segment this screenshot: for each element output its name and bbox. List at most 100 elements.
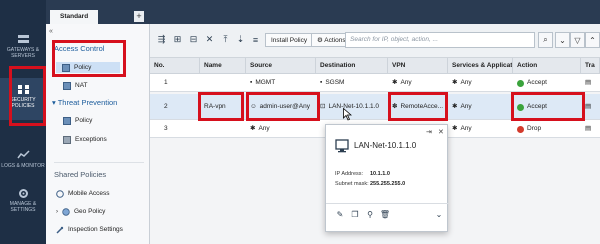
accept-icon bbox=[517, 79, 524, 87]
highlight-action bbox=[511, 92, 585, 121]
column-header-track[interactable]: Tra bbox=[581, 58, 600, 74]
cell-source[interactable]: ✱ Any bbox=[246, 120, 316, 138]
ip-address-label: IP Address: bbox=[335, 171, 364, 177]
log-icon: ▤ bbox=[585, 103, 592, 110]
filter-icon[interactable]: ≡ bbox=[250, 34, 261, 45]
insert-rule-icon[interactable]: ⇶ bbox=[156, 34, 167, 45]
drop-icon bbox=[517, 125, 524, 133]
close-icon[interactable]: ✕ bbox=[438, 128, 444, 136]
cell-vpn[interactable]: ✱ Any bbox=[388, 74, 448, 92]
highlight-name bbox=[198, 92, 244, 121]
edit-icon[interactable]: ✎ bbox=[335, 209, 345, 219]
chevron-down-icon[interactable]: ⌄ bbox=[434, 209, 444, 219]
tree-item-exceptions[interactable]: Exceptions bbox=[63, 134, 107, 145]
move-down-icon[interactable]: ⇣ bbox=[235, 34, 246, 45]
column-header-source[interactable]: Source bbox=[246, 58, 316, 74]
rail-manage-settings[interactable]: MANAGE & SETTINGS bbox=[0, 188, 46, 213]
cell-track[interactable]: ▤ bbox=[581, 120, 600, 138]
tree-item-label: Exceptions bbox=[75, 136, 107, 143]
cell-services[interactable]: ✱ Any bbox=[448, 74, 513, 92]
column-header-vpn[interactable]: VPN bbox=[388, 58, 448, 74]
search-icon[interactable]: ⌕ bbox=[538, 32, 553, 48]
host-icon: ▪ bbox=[320, 79, 323, 86]
any-icon: ✱ bbox=[452, 103, 458, 110]
table-row[interactable]: 1 ▪ MGMT ▪ SGSM ✱ Any ✱ Any Accept ▤ bbox=[150, 74, 600, 92]
cell-name[interactable] bbox=[200, 74, 246, 92]
cell-action[interactable]: Accept bbox=[513, 74, 581, 92]
cell-destination[interactable]: ▪ SGSM bbox=[316, 74, 388, 92]
add-tab-button[interactable]: + bbox=[134, 11, 144, 22]
policy-icon bbox=[63, 116, 71, 125]
column-header-services[interactable]: Services & Applicati... bbox=[448, 58, 513, 74]
expand-arrow-icon: › bbox=[56, 208, 58, 215]
column-header-action[interactable]: Action bbox=[513, 58, 581, 74]
tree-item-mobile-access[interactable]: Mobile Access bbox=[56, 188, 110, 199]
delete-icon[interactable]: 🗑 bbox=[380, 209, 390, 219]
cell-no: 2 bbox=[164, 103, 168, 110]
cell-services[interactable]: ✱ Any bbox=[448, 120, 513, 138]
clone-icon[interactable]: ❐ bbox=[350, 209, 360, 219]
cell-text: Accept bbox=[527, 79, 547, 86]
filter-funnel-icon[interactable]: ▽ bbox=[570, 32, 585, 48]
cell-text: SGSM bbox=[325, 79, 345, 86]
exceptions-icon bbox=[63, 135, 71, 144]
rail-gateways-servers[interactable]: GATEWAYS & SERVERS bbox=[0, 34, 46, 59]
mobile-access-icon bbox=[56, 189, 64, 198]
tree-item-label: Mobile Access bbox=[68, 190, 110, 197]
move-top-icon[interactable]: ⤒ bbox=[220, 34, 231, 45]
add-rule-icon[interactable]: ⊞ bbox=[172, 34, 183, 45]
rail-label: LOGS & MONITOR bbox=[1, 163, 45, 169]
tree-item-label: Geo Policy bbox=[74, 208, 106, 215]
tree-item-nat[interactable]: NAT bbox=[63, 80, 88, 91]
tree-item-label: Policy bbox=[75, 117, 93, 124]
rail-label: MANAGE & SETTINGS bbox=[9, 201, 37, 213]
column-header-name[interactable]: Name bbox=[200, 58, 246, 74]
subnet-mask-value: 255.255.255.0 bbox=[370, 181, 406, 187]
popup-divider bbox=[326, 203, 449, 204]
column-header-destination[interactable]: Destination bbox=[316, 58, 388, 74]
cell-source[interactable]: ▪ MGMT bbox=[246, 74, 316, 92]
cell-destination[interactable]: ⊡ LAN-Net-10.1.1.0 bbox=[316, 94, 388, 120]
cell-services[interactable]: ✱ Any bbox=[448, 94, 513, 120]
tree-section-threat-prevention[interactable]: ▾ Threat Prevention bbox=[52, 98, 117, 107]
logs-monitor-icon bbox=[16, 150, 30, 159]
install-policy-button[interactable]: Install Policy bbox=[265, 33, 314, 47]
nat-icon bbox=[63, 81, 71, 90]
cell-text: MGMT bbox=[255, 79, 276, 86]
tree-item-label: Inspection Settings bbox=[68, 226, 123, 233]
tree-item-tp-policy[interactable]: Policy bbox=[63, 115, 92, 126]
pin-icon[interactable]: ⇥ bbox=[426, 128, 432, 136]
search-input[interactable]: Search for IP, object, action, ... bbox=[345, 32, 535, 48]
tree-section-label: Threat Prevention bbox=[57, 98, 118, 107]
cell-text: Any bbox=[258, 125, 270, 132]
globe-icon bbox=[62, 207, 70, 216]
cell-text: Any bbox=[460, 125, 472, 132]
tab-strip: Standard + bbox=[46, 0, 600, 24]
column-header-no[interactable]: No. bbox=[150, 58, 200, 74]
tree-item-label: NAT bbox=[75, 82, 88, 89]
collapse-tree-button[interactable]: « bbox=[49, 28, 53, 35]
search-next-icon[interactable]: ⌃ bbox=[585, 32, 600, 48]
search-prev-icon[interactable]: ⌄ bbox=[555, 32, 570, 48]
cell-text: LAN-Net-10.1.1.0 bbox=[328, 103, 380, 110]
where-used-icon[interactable]: ⚲ bbox=[365, 209, 375, 219]
cell-action[interactable]: Drop bbox=[513, 120, 581, 138]
delete-icon[interactable]: ✕ bbox=[204, 34, 215, 45]
cell-text: Drop bbox=[527, 125, 542, 132]
any-icon: ✱ bbox=[250, 125, 256, 132]
cell-name[interactable] bbox=[200, 120, 246, 138]
rulebase-toolbar: ⇶ ⊞ ⊟ ✕ ⤒ ⇣ ≡ Install Policy ⚙ Actions ▾… bbox=[150, 24, 600, 58]
network-icon bbox=[335, 139, 349, 153]
tree-item-geo-policy[interactable]: › Geo Policy bbox=[56, 206, 105, 217]
highlight-vpn bbox=[388, 92, 448, 121]
mouse-cursor-icon bbox=[343, 108, 352, 121]
rail-logs-monitor[interactable]: LOGS & MONITOR bbox=[0, 150, 46, 169]
add-rule-below-icon[interactable]: ⊟ bbox=[188, 34, 199, 45]
subnet-mask-label: Subnet mask: bbox=[335, 181, 369, 187]
tree-item-inspection-settings[interactable]: Inspection Settings bbox=[56, 224, 123, 235]
cell-track[interactable]: ▤ bbox=[581, 74, 600, 92]
tree-divider bbox=[54, 162, 144, 163]
rail-label: GATEWAYS & SERVERS bbox=[6, 47, 40, 59]
tab-standard[interactable]: Standard bbox=[50, 10, 99, 24]
any-icon: ✱ bbox=[452, 79, 458, 86]
